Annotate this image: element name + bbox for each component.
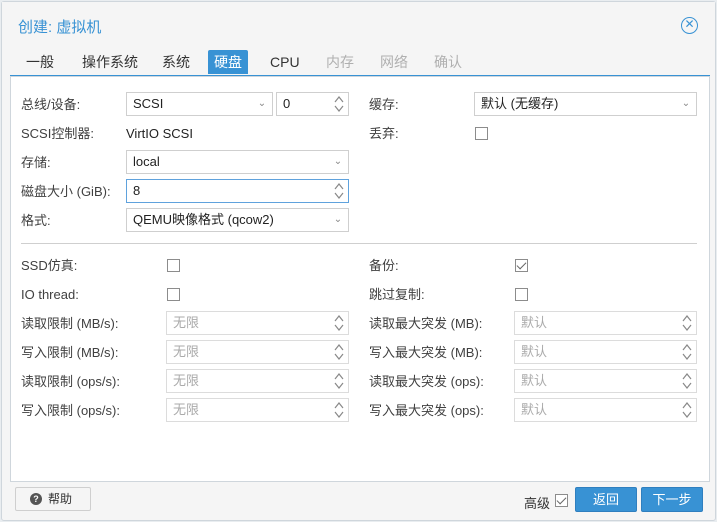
read-burst-mb-label: 读取最大突发 (MB):: [369, 316, 483, 331]
spinner-icon[interactable]: [333, 400, 345, 420]
disk-size-label: 磁盘大小 (GiB):: [21, 184, 111, 199]
write-burst-ops-input[interactable]: 默认: [514, 398, 697, 422]
bus-value: SCSI: [133, 96, 164, 111]
tab-system[interactable]: 系统: [156, 50, 196, 74]
controller-value: VirtIO SCSI: [126, 126, 193, 141]
question-icon: ?: [30, 493, 42, 505]
tab-os[interactable]: 操作系统: [76, 50, 144, 74]
create-vm-dialog: 创建: 虚拟机 ✕ 一般 操作系统 系统 硬盘 CPU 内存 网络 确认 总线/…: [1, 1, 716, 521]
cache-value: 默认 (无缓存): [481, 96, 559, 111]
device-value: 0: [283, 96, 291, 111]
io-thread-label: IO thread:: [21, 287, 79, 302]
spinner-icon[interactable]: [681, 342, 693, 362]
bus-label: 总线/设备:: [21, 97, 81, 112]
write-burst-mb-placeholder: 默认: [521, 344, 548, 359]
backup-label: 备份:: [369, 258, 399, 273]
spinner-icon[interactable]: [333, 371, 345, 391]
bus-select[interactable]: SCSI ⌄: [126, 92, 273, 116]
device-number-field[interactable]: 0: [276, 92, 349, 116]
tab-general[interactable]: 一般: [20, 50, 60, 74]
chevron-down-icon: ⌄: [333, 214, 343, 225]
help-label: 帮助: [48, 492, 73, 506]
read-mbs-input[interactable]: 无限: [166, 311, 349, 335]
read-burst-ops-input[interactable]: 默认: [514, 369, 697, 393]
read-burst-mb-placeholder: 默认: [521, 315, 548, 330]
write-ops-label: 写入限制 (ops/s):: [21, 403, 120, 418]
read-mbs-placeholder: 无限: [173, 315, 200, 330]
help-button[interactable]: ? 帮助: [15, 487, 91, 511]
read-ops-input[interactable]: 无限: [166, 369, 349, 393]
skip-replication-checkbox[interactable]: [515, 288, 528, 301]
discard-label: 丢弃:: [369, 126, 399, 141]
chevron-down-icon: ⌄: [333, 156, 343, 167]
read-burst-ops-label: 读取最大突发 (ops):: [369, 374, 484, 389]
write-mbs-label: 写入限制 (MB/s):: [21, 345, 119, 360]
dialog-title: 创建: 虚拟机: [18, 19, 102, 36]
write-burst-mb-input[interactable]: 默认: [514, 340, 697, 364]
tab-cpu[interactable]: CPU: [264, 50, 306, 74]
storage-label: 存储:: [21, 155, 51, 170]
spinner-icon[interactable]: [681, 400, 693, 420]
tab-confirm: 确认: [434, 54, 462, 70]
write-ops-placeholder: 无限: [173, 402, 200, 417]
disk-size-value: 8: [133, 183, 141, 198]
controller-label: SCSI控制器:: [21, 126, 94, 141]
write-burst-ops-label: 写入最大突发 (ops):: [369, 403, 484, 418]
spinner-icon[interactable]: [333, 342, 345, 362]
format-label: 格式:: [21, 213, 51, 228]
chevron-down-icon: ⌄: [257, 98, 267, 109]
read-burst-ops-placeholder: 默认: [521, 373, 548, 388]
advanced-divider: [21, 243, 697, 244]
discard-checkbox[interactable]: [475, 127, 488, 140]
titlebar: 创建: 虚拟机 ✕: [2, 2, 715, 48]
close-icon[interactable]: ✕: [681, 17, 698, 34]
spinner-icon[interactable]: [333, 94, 345, 114]
disk-panel: 总线/设备: SCSI ⌄ 0 SCSI控制器: VirtIO SCSI 存储:…: [10, 76, 710, 482]
spinner-icon[interactable]: [681, 371, 693, 391]
storage-select[interactable]: local ⌄: [126, 150, 349, 174]
write-burst-mb-label: 写入最大突发 (MB):: [369, 345, 483, 360]
dialog-footer: ? 帮助 高级 返回 下一步: [2, 484, 715, 520]
disk-size-input[interactable]: 8: [126, 179, 349, 203]
read-ops-label: 读取限制 (ops/s):: [21, 374, 120, 389]
read-burst-mb-input[interactable]: 默认: [514, 311, 697, 335]
wizard-tabs: 一般 操作系统 系统 硬盘 CPU 内存 网络 确认: [10, 50, 707, 76]
advanced-label: 高级: [524, 496, 551, 511]
format-value: QEMU映像格式 (qcow2): [133, 212, 274, 227]
back-button[interactable]: 返回: [575, 487, 637, 512]
io-thread-checkbox[interactable]: [167, 288, 180, 301]
write-ops-input[interactable]: 无限: [166, 398, 349, 422]
write-mbs-placeholder: 无限: [173, 344, 200, 359]
ssd-checkbox[interactable]: [167, 259, 180, 272]
spinner-icon[interactable]: [681, 313, 693, 333]
format-select[interactable]: QEMU映像格式 (qcow2) ⌄: [126, 208, 349, 232]
tab-memory: 内存: [326, 54, 354, 70]
read-ops-placeholder: 无限: [173, 373, 200, 388]
tab-network: 网络: [380, 54, 408, 70]
advanced-checkbox[interactable]: [555, 494, 568, 507]
next-button[interactable]: 下一步: [641, 487, 703, 512]
tab-disk[interactable]: 硬盘: [208, 50, 248, 74]
storage-value: local: [133, 154, 160, 169]
chevron-down-icon: ⌄: [681, 98, 691, 109]
ssd-label: SSD仿真:: [21, 258, 78, 273]
spinner-icon[interactable]: [333, 181, 345, 201]
read-mbs-label: 读取限制 (MB/s):: [21, 316, 119, 331]
cache-label: 缓存:: [369, 97, 399, 112]
spinner-icon[interactable]: [333, 313, 345, 333]
write-mbs-input[interactable]: 无限: [166, 340, 349, 364]
cache-select[interactable]: 默认 (无缓存) ⌄: [474, 92, 697, 116]
write-burst-ops-placeholder: 默认: [521, 402, 548, 417]
skip-replication-label: 跳过复制:: [369, 287, 425, 302]
backup-checkbox[interactable]: [515, 259, 528, 272]
